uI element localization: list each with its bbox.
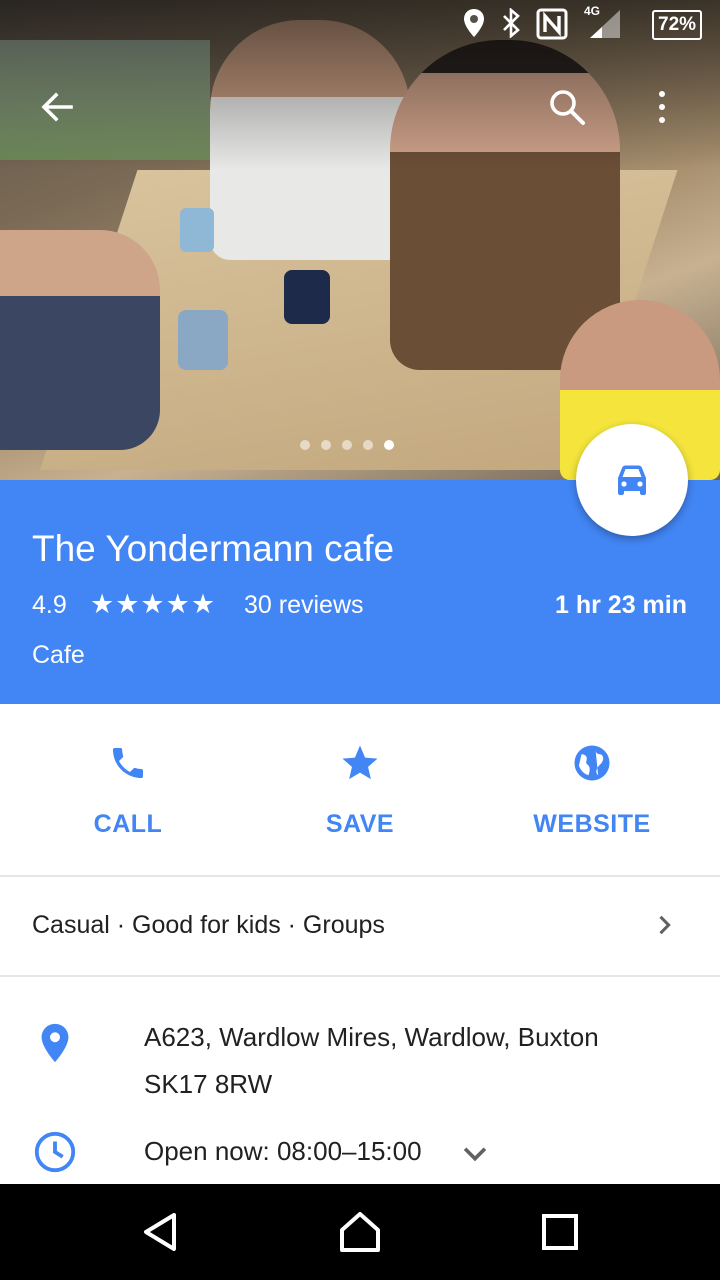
attributes-row[interactable]: Casual · Good for kids · Groups	[0, 877, 720, 975]
place-category: Cafe	[32, 641, 85, 669]
pager-dot	[321, 440, 331, 450]
hours-row[interactable]: Open now: 08:00–15:00	[0, 1126, 720, 1182]
chevron-down-icon[interactable]	[458, 1136, 492, 1175]
save-label: SAVE	[325, 810, 395, 838]
attributes-text: Casual · Good for kids · Groups	[32, 911, 385, 939]
photo-mug	[284, 270, 330, 324]
address-line-1: A623, Wardlow Mires, Wardlow, Buxton	[144, 1022, 599, 1052]
more-vert-icon	[659, 104, 665, 110]
search-button[interactable]	[542, 82, 592, 132]
location-pin-icon	[32, 1020, 78, 1071]
divider	[0, 975, 720, 977]
location-pin-icon	[462, 8, 486, 43]
system-nav-bar	[0, 1184, 720, 1280]
address-row[interactable]: A623, Wardlow Mires, Wardlow, Buxton SK1…	[0, 1014, 720, 1110]
place-title: The Yondermann cafe	[32, 528, 395, 569]
rating-stars: ★★★★★	[90, 589, 217, 619]
pager-dot-active	[384, 440, 394, 450]
call-label: CALL	[93, 810, 163, 838]
pager-dot	[363, 440, 373, 450]
home-icon	[340, 1212, 380, 1252]
pager-dot	[300, 440, 310, 450]
nav-home-button[interactable]	[330, 1206, 390, 1258]
more-vert-icon	[659, 117, 665, 123]
drive-time: 1 hr 23 min	[555, 591, 687, 619]
photo-arm	[0, 230, 160, 450]
website-label: WEBSITE	[533, 810, 651, 838]
photo-pager	[300, 440, 394, 450]
signal-icon	[588, 8, 622, 45]
address-line-2: SK17 8RW	[144, 1069, 273, 1099]
bluetooth-icon	[500, 7, 522, 43]
star-icon	[240, 738, 480, 788]
phone-icon	[8, 738, 248, 788]
status-bar: 4G 72%	[0, 0, 720, 48]
more-vert-icon	[659, 91, 665, 97]
search-icon	[550, 90, 585, 125]
car-icon	[618, 465, 646, 495]
photo-mug	[180, 208, 214, 252]
call-button[interactable]: CALL	[8, 704, 248, 875]
save-button[interactable]: SAVE	[240, 704, 480, 875]
chevron-right-icon	[650, 911, 678, 944]
pager-dot	[342, 440, 352, 450]
nav-recents-button[interactable]	[530, 1206, 590, 1258]
nav-back-button[interactable]	[130, 1206, 190, 1258]
nfc-icon	[536, 8, 568, 45]
website-button[interactable]: WEBSITE	[472, 704, 712, 875]
square-recents-icon	[542, 1214, 578, 1250]
place-photo[interactable]	[0, 0, 720, 480]
rating-value: 4.9	[32, 591, 67, 619]
hours-text: Open now: 08:00–15:00	[144, 1136, 422, 1166]
more-options-button[interactable]	[636, 82, 686, 132]
battery-indicator: 72%	[652, 10, 703, 40]
directions-button[interactable]	[576, 424, 688, 536]
action-bar: CALL SAVE WEBSITE	[0, 704, 720, 875]
globe-icon	[472, 738, 712, 788]
clock-icon	[32, 1129, 78, 1180]
reviews-link[interactable]: 30 reviews	[244, 590, 364, 620]
back-button[interactable]	[32, 82, 82, 132]
arrow-left-icon	[41, 92, 73, 122]
photo-mug	[178, 310, 228, 370]
triangle-back-icon	[144, 1213, 176, 1251]
